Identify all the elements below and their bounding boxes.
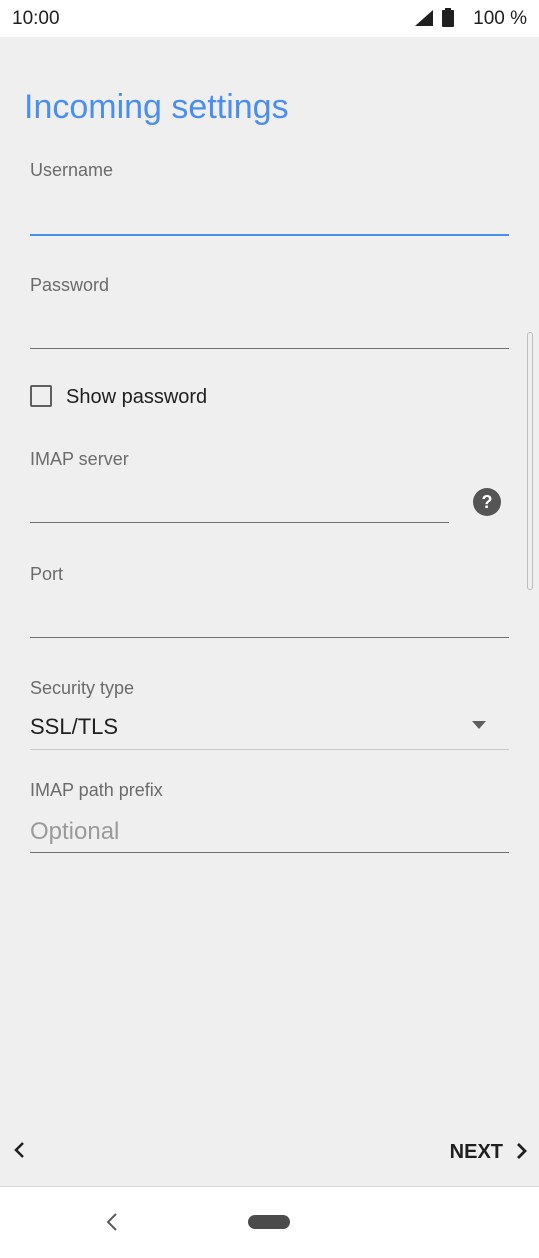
help-icon[interactable]: ? <box>472 487 502 517</box>
status-indicators: 100 % <box>397 7 527 29</box>
imap-path-prefix-field[interactable]: Optional <box>30 818 119 846</box>
password-label: Password <box>30 275 110 295</box>
port-field[interactable] <box>30 597 509 638</box>
battery-percentage: 100 % <box>473 8 527 29</box>
navigation-bar <box>0 1187 539 1258</box>
show-password-checkbox[interactable]: Show password <box>30 385 230 411</box>
imap-path-prefix-label: IMAP path prefix <box>30 780 163 800</box>
checkbox-box[interactable] <box>30 385 52 407</box>
imap-server-field[interactable] <box>30 482 449 523</box>
status-bar: 10:00 100 % <box>0 0 539 37</box>
chevron-right-icon[interactable] <box>515 1142 529 1160</box>
status-time: 10:00 <box>12 8 60 29</box>
show-password-label[interactable]: Show password <box>66 386 207 409</box>
security-type-label: Security type <box>30 678 135 698</box>
screen: 10:00 100 % Incoming settings Username P… <box>0 0 539 1258</box>
scrollbar[interactable] <box>527 332 533 590</box>
signal-icon <box>415 10 433 26</box>
imap-path-prefix-underline <box>30 852 509 853</box>
svg-text:?: ? <box>482 492 493 512</box>
username-field[interactable] <box>30 194 509 236</box>
username-label: Username <box>30 160 114 180</box>
home-pill-icon[interactable] <box>248 1215 290 1229</box>
chevron-left-icon[interactable] <box>12 1141 26 1159</box>
imap-server-label: IMAP server <box>30 449 129 469</box>
port-label: Port <box>30 564 64 584</box>
next-label[interactable]: NEXT <box>450 1141 503 1164</box>
password-field[interactable] <box>30 308 509 349</box>
security-type-select[interactable]: SSL/TLS <box>30 714 118 740</box>
security-type-underline <box>30 749 509 750</box>
next-button[interactable]: NEXT <box>439 1137 529 1165</box>
battery-icon <box>442 8 454 27</box>
nav-back-icon[interactable] <box>104 1212 120 1232</box>
page-title: Incoming settings <box>24 88 289 126</box>
chevron-down-icon[interactable] <box>472 721 486 729</box>
